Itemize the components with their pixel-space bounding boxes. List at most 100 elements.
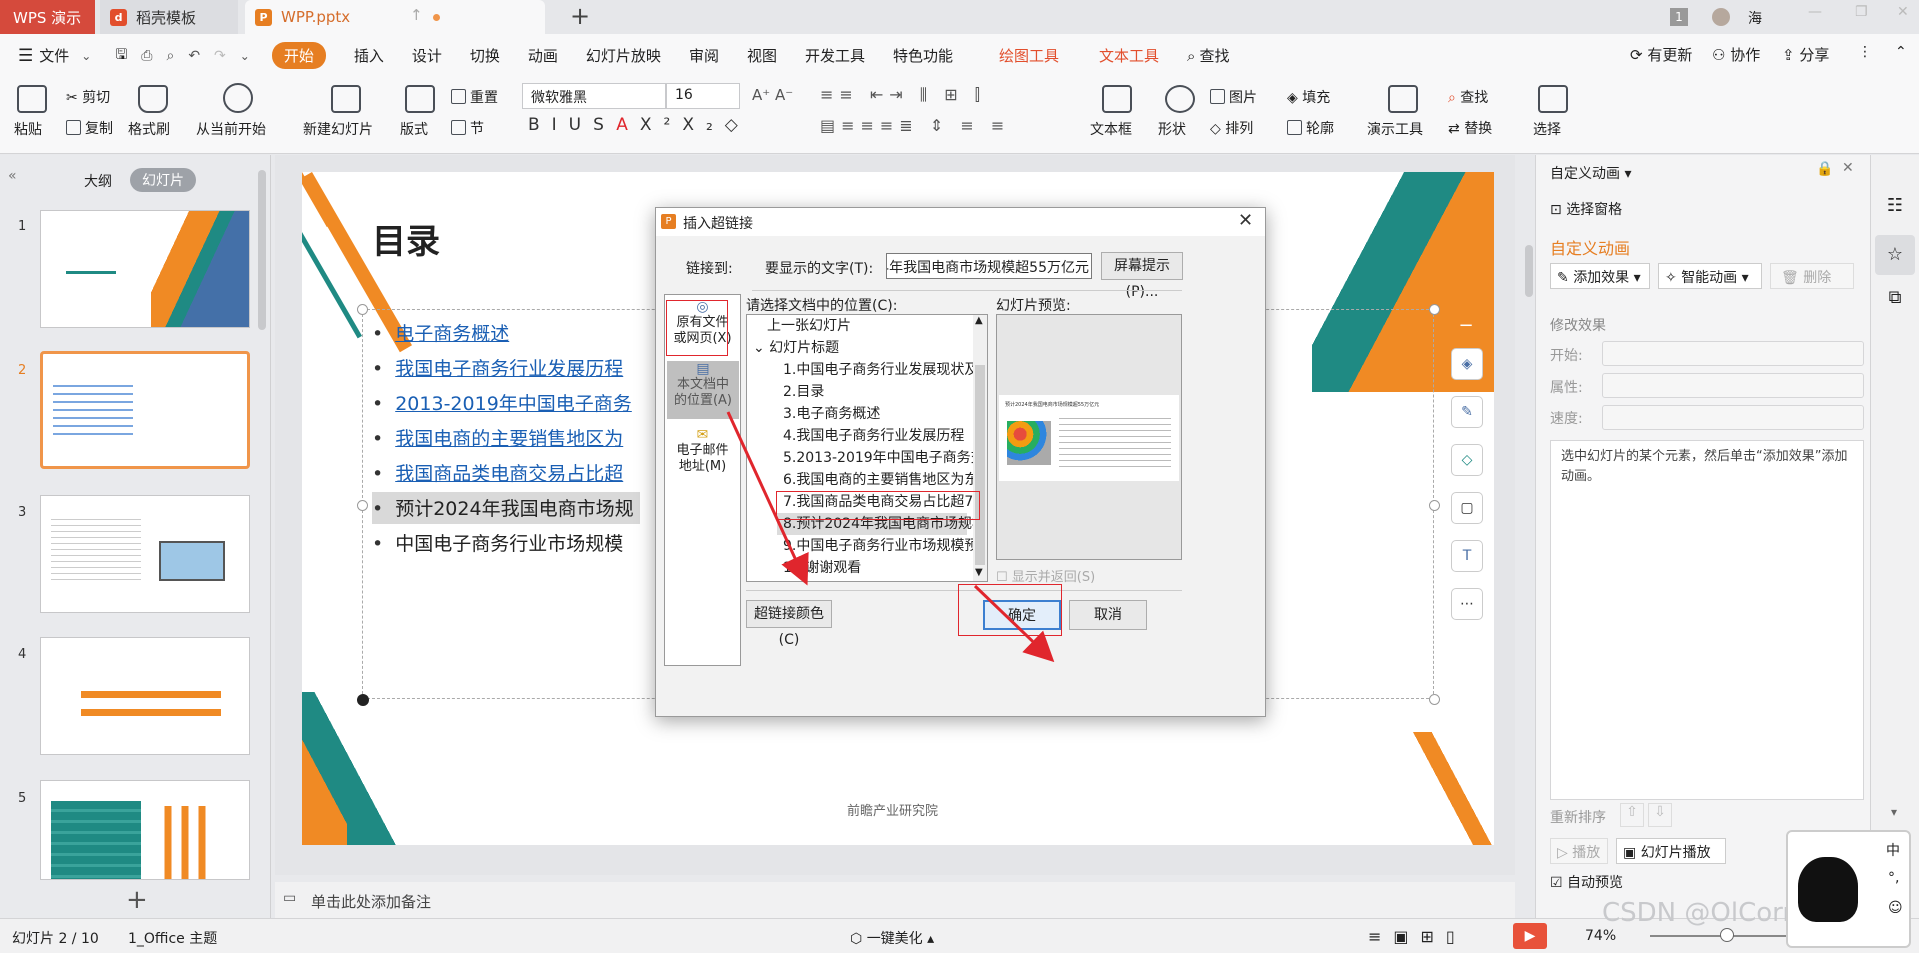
view-mode-icons[interactable]: ≡▣⊞▯	[1368, 927, 1467, 946]
fill-style-icon[interactable]: ◇	[1451, 444, 1483, 476]
slide-bullet-item[interactable]: • 我国电商的主要销售地区为	[372, 422, 629, 454]
tree-item[interactable]: 6.我国电商的主要销售地区为东...	[747, 469, 987, 491]
panel-title[interactable]: 自定义动画 ▾	[1550, 163, 1631, 183]
settings-sliders-icon[interactable]: ☷	[1881, 195, 1909, 223]
panel-arrow-icon[interactable]: ▾	[1891, 805, 1897, 819]
animation-list[interactable]: 选中幻灯片的某个元素，然后单击“添加效果”添加动画。	[1550, 440, 1864, 800]
replace-button[interactable]: ⇄ 替换	[1448, 118, 1492, 138]
save-icon[interactable]: 🖫	[115, 44, 127, 68]
shape-icon[interactable]	[1165, 85, 1195, 113]
paste-icon[interactable]	[17, 85, 47, 113]
slide-thumbnail-5[interactable]	[40, 780, 250, 880]
delete-effect-button[interactable]: 🗑 删除	[1770, 263, 1854, 289]
tree-group-slide-titles[interactable]: ⌄ 幻灯片标题	[747, 337, 973, 359]
resize-handle[interactable]	[1429, 500, 1440, 511]
resize-handle[interactable]	[357, 304, 368, 315]
user-name[interactable]: 海	[1748, 8, 1762, 28]
move-up-icon[interactable]: ⇧	[1620, 803, 1644, 827]
selection-pane-button[interactable]: ⊡ 选择窗格	[1550, 199, 1622, 219]
slide-title[interactable]: 目录	[372, 214, 440, 263]
menu-developer[interactable]: 开发工具	[805, 45, 865, 66]
avatar[interactable]	[1712, 8, 1730, 26]
screen-tip-button[interactable]: 屏幕提示(P)...	[1101, 252, 1183, 300]
tree-item[interactable]: 4.我国电子商务行业发展历程	[747, 425, 973, 447]
add-effect-button[interactable]: ✎ 添加效果 ▾	[1550, 263, 1650, 289]
format-painter-icon[interactable]	[138, 85, 168, 113]
zoom-thumb[interactable]	[1720, 928, 1734, 942]
alignment-icons[interactable]: ▤≡≡≡≣ ⇕ ≡ ≡	[820, 116, 1010, 135]
menu-insert[interactable]: 插入	[354, 45, 384, 66]
theme-name[interactable]: 1_Office 主题	[128, 928, 217, 948]
ime-widget[interactable]: 中 °, ☺	[1786, 830, 1911, 948]
slide-thumbnail-1[interactable]	[40, 210, 250, 328]
resize-handle[interactable]	[357, 694, 369, 706]
grow-font-icon[interactable]: A⁺ A⁻	[752, 86, 793, 104]
dialog-close-icon[interactable]: ✕	[1238, 210, 1253, 231]
tree-item[interactable]: 3.电子商务概述	[747, 403, 973, 425]
upload-icon[interactable]: ↑	[410, 6, 423, 24]
close-panel-icon[interactable]: ✕	[1842, 160, 1854, 176]
notes-bar[interactable]: ▭ 单击此处添加备注	[275, 882, 1515, 918]
lock-icon[interactable]: 🔒	[1816, 161, 1833, 177]
speed-select[interactable]	[1602, 405, 1864, 430]
menu-text-tools[interactable]: 文本工具	[1099, 45, 1159, 66]
menu-special[interactable]: 特色功能	[893, 45, 953, 66]
slide-bullet-item[interactable]: • 我国商品类电商交易占比超	[372, 457, 629, 489]
canvas-scrollbar[interactable]	[1525, 245, 1533, 297]
tree-item[interactable]: 5.2013-2019年中国电子商务交...	[747, 447, 987, 469]
tab-outline[interactable]: 大纲	[84, 171, 112, 191]
play-button[interactable]: ▷ 播放	[1550, 838, 1608, 864]
select-icon[interactable]	[1538, 85, 1568, 113]
tab-document[interactable]: P WPP.pptx ↑	[245, 0, 545, 34]
slide-hyperlink[interactable]: 电子商务概述	[395, 323, 509, 345]
collapse-float-button[interactable]: −	[1455, 315, 1477, 337]
tree-item[interactable]: 2.目录	[747, 381, 973, 403]
textbox-button[interactable]: 文本框	[1090, 119, 1132, 139]
scroll-up-icon[interactable]: ▲	[975, 315, 983, 326]
redo-icon[interactable]: ↷	[214, 48, 226, 64]
find-button[interactable]: ⌕ 查找	[1448, 87, 1488, 107]
cut-button[interactable]: ✂ 剪切	[66, 87, 110, 107]
tree-scrollbar[interactable]: ▲ ▼	[973, 315, 987, 581]
fill-button[interactable]: ◈ 填充	[1287, 87, 1330, 107]
resize-handle[interactable]	[357, 500, 368, 511]
menu-review[interactable]: 审阅	[689, 45, 719, 66]
animation-star-icon[interactable]: ☆	[1875, 235, 1915, 275]
transition-icon[interactable]: ⧉	[1881, 287, 1909, 315]
ime-punct-icon[interactable]: °,	[1888, 870, 1899, 886]
new-slide-button[interactable]: 新建幻灯片	[303, 119, 373, 139]
hyperlink-color-button[interactable]: 超链接颜色(C)	[746, 600, 832, 648]
presenter-tools-icon[interactable]	[1388, 85, 1418, 113]
tree-item[interactable]: 9.中国电子商务行业市场规模预测	[747, 535, 987, 557]
collapse-ribbon-icon[interactable]: ⌃	[1895, 44, 1907, 60]
reset-button[interactable]: 重置	[451, 87, 498, 107]
layout-icon[interactable]	[405, 85, 435, 113]
undo-icon[interactable]: ↶	[188, 48, 200, 64]
tree-item[interactable]: 10.谢谢观看	[747, 557, 973, 579]
update-button[interactable]: ⟳ 有更新	[1630, 44, 1692, 65]
tree-item[interactable]: 上一张幻灯片	[747, 315, 973, 337]
font-name-select[interactable]: 微软雅黑	[522, 83, 666, 109]
brush-icon[interactable]: ✎	[1451, 396, 1483, 428]
arrange-button[interactable]: ◇ 排列	[1210, 118, 1253, 138]
text-style-icon[interactable]: T	[1451, 540, 1483, 572]
menu-home[interactable]: 开始	[271, 42, 326, 69]
slide-bullet-item[interactable]: • 电子商务概述	[372, 317, 515, 349]
new-tab-button[interactable]: +	[570, 2, 590, 30]
more-tools-icon[interactable]: ⋯	[1451, 588, 1483, 620]
from-current-button[interactable]: 从当前开始	[196, 119, 266, 139]
minimize-icon[interactable]: —	[1808, 4, 1822, 20]
display-text-input[interactable]: 十2024年我国电商市场规模超55万亿元	[886, 253, 1092, 279]
tab-slides[interactable]: 幻灯片	[130, 168, 196, 192]
share-button[interactable]: ⇪ 分享	[1782, 44, 1829, 65]
chevron-down-icon[interactable]: ⌄	[81, 49, 91, 63]
this-document-option[interactable]: ▤ 本文档中 的位置(A)	[667, 361, 739, 419]
print-preview-icon[interactable]: ⌕	[166, 48, 174, 64]
maximize-icon[interactable]: ❐	[1855, 4, 1868, 20]
tree-item[interactable]: 1.中国电子商务行业发展现状及...	[747, 359, 987, 381]
resize-handle[interactable]	[1429, 304, 1440, 315]
auto-preview-checkbox[interactable]: ☑ 自动预览	[1550, 872, 1623, 892]
slideshow-button[interactable]: ▣ 幻灯片播放	[1616, 838, 1726, 864]
font-size-select[interactable]: 16	[666, 83, 740, 109]
tab-docer-templates[interactable]: d 稻壳模板	[100, 0, 238, 34]
